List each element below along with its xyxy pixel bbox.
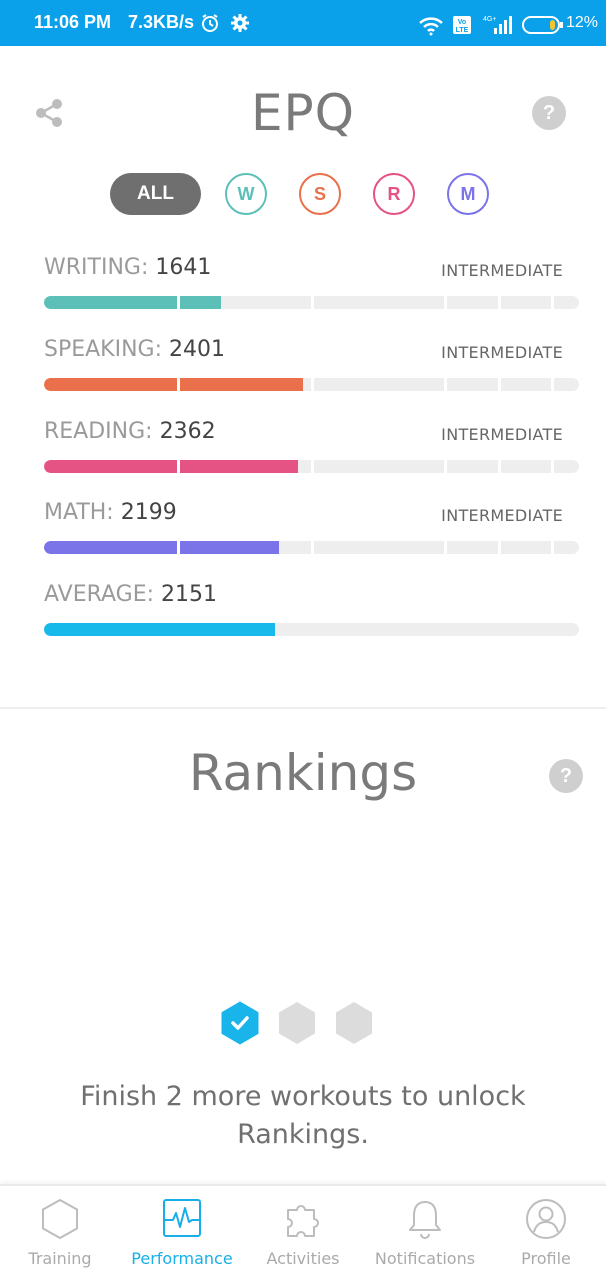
nav-label: Performance <box>131 1249 233 1268</box>
epq-title: EPQ <box>250 84 356 142</box>
skill-level: INTERMEDIATE <box>441 261 563 280</box>
filter-math-button[interactable]: M <box>447 173 489 215</box>
status-bar: 11:06 PM 7.3KB/s Vo LTE 4G+ 12% <box>0 0 606 46</box>
unlock-message-line2: Rankings. <box>237 1119 369 1150</box>
alarm-icon <box>200 13 220 37</box>
battery-icon <box>522 16 564 38</box>
filter-reading-button[interactable]: R <box>373 173 415 215</box>
signal-icon: 4G+ <box>480 14 516 40</box>
status-time: 11:06 PM <box>34 12 112 32</box>
skill-value: 2199 <box>120 500 177 525</box>
bar-segment-divider <box>177 541 180 554</box>
skill-value: 2362 <box>159 419 216 444</box>
bottom-navigation: Training Performance Activities Notifica… <box>0 1184 606 1280</box>
bar-segment-divider <box>177 378 180 391</box>
filter-speaking-button[interactable]: S <box>299 173 341 215</box>
workout-progress <box>0 1001 606 1045</box>
puzzle-piece-icon <box>282 1198 324 1244</box>
bar-segment-divider <box>498 296 501 309</box>
skill-filter-bar: ALL W S R M <box>0 173 606 215</box>
bar-segment-divider <box>551 541 554 554</box>
bar-segment-divider <box>444 296 447 309</box>
profile-avatar-icon <box>525 1198 567 1244</box>
skill-label: MATH: <box>44 500 114 525</box>
svg-text:LTE: LTE <box>456 27 469 34</box>
svg-text:Vo: Vo <box>458 19 466 26</box>
bar-segment-divider <box>551 378 554 391</box>
nav-label: Activities <box>266 1249 340 1268</box>
completed-workout-check-icon <box>221 1001 259 1049</box>
pending-workout-hexagon-icon <box>278 1001 316 1049</box>
skill-progress-bar <box>44 378 579 391</box>
nav-training[interactable]: Training <box>10 1186 110 1280</box>
progress-fill <box>44 623 276 636</box>
unlock-message: Finish 2 more workouts to unlock Ranking… <box>40 1078 566 1154</box>
filter-all-button[interactable]: ALL <box>110 173 201 215</box>
bar-segment-divider <box>311 460 314 473</box>
skill-level: INTERMEDIATE <box>441 425 563 444</box>
status-net-speed: 7.3KB/s <box>128 12 195 32</box>
skill-label: AVERAGE: <box>44 582 155 607</box>
nav-label: Training <box>28 1249 92 1268</box>
skill-level: INTERMEDIATE <box>441 343 563 362</box>
skill-level: INTERMEDIATE <box>441 506 563 525</box>
skill-value: 2151 <box>161 582 218 607</box>
nav-performance[interactable]: Performance <box>122 1186 242 1280</box>
volte-icon: Vo LTE <box>452 15 472 39</box>
bell-icon <box>405 1198 445 1244</box>
bar-segment-divider <box>177 460 180 473</box>
skill-label: SPEAKING: <box>44 337 163 362</box>
skill-progress-bar <box>44 623 579 636</box>
skill-progress-bar <box>44 460 579 473</box>
skill-progress-bar <box>44 296 579 309</box>
bar-segment-divider <box>177 296 180 309</box>
battery-percentage: 12% <box>566 14 599 31</box>
nav-activities[interactable]: Activities <box>253 1186 353 1280</box>
bar-segment-divider <box>444 541 447 554</box>
nav-label: Profile <box>521 1249 571 1268</box>
settings-gear-icon <box>230 13 250 37</box>
progress-fill <box>44 378 304 391</box>
filter-writing-button[interactable]: W <box>225 173 267 215</box>
bar-segment-divider <box>444 460 447 473</box>
bar-segment-divider <box>498 378 501 391</box>
rankings-help-icon[interactable]: ? <box>549 759 583 793</box>
progress-fill <box>44 541 280 554</box>
pending-workout-hexagon-icon <box>335 1001 373 1049</box>
bar-segment-divider <box>311 296 314 309</box>
bar-segment-divider <box>498 460 501 473</box>
skill-value: 1641 <box>155 255 212 280</box>
network-type: 4G+ <box>483 16 496 23</box>
skill-progress-bar <box>44 541 579 554</box>
bar-segment-divider <box>551 460 554 473</box>
epq-help-icon[interactable]: ? <box>532 96 566 130</box>
skill-value: 2401 <box>169 337 226 362</box>
unlock-message-line1: Finish 2 more workouts to unlock <box>80 1081 526 1112</box>
wifi-icon <box>418 16 444 40</box>
bar-segment-divider <box>551 296 554 309</box>
progress-fill <box>44 296 221 309</box>
bar-segment-divider <box>498 541 501 554</box>
skill-label: READING: <box>44 419 153 444</box>
rankings-title: Rankings <box>188 744 418 802</box>
section-divider <box>0 707 606 709</box>
skill-label: WRITING: <box>44 255 149 280</box>
nav-profile[interactable]: Profile <box>496 1186 596 1280</box>
heartbeat-chart-icon <box>162 1198 202 1242</box>
nav-notifications[interactable]: Notifications <box>365 1186 485 1280</box>
bar-segment-divider <box>311 378 314 391</box>
bar-segment-divider <box>444 378 447 391</box>
progress-fill <box>44 460 299 473</box>
bar-segment-divider <box>311 541 314 554</box>
nav-label: Notifications <box>374 1249 476 1268</box>
hexagon-icon <box>41 1198 79 1244</box>
